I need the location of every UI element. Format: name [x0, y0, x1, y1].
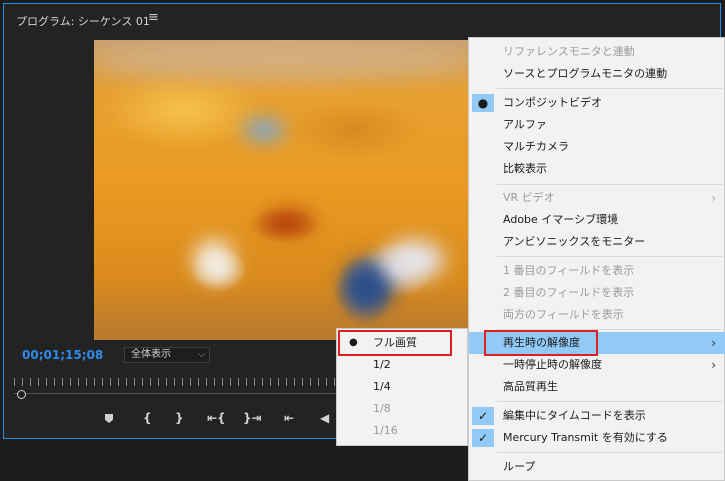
checkmark-icon: ✓ [472, 429, 494, 447]
zoom-level-select[interactable]: 全体表示 ⌵ [124, 347, 210, 363]
menu-item-compare-view[interactable]: 比較表示 [469, 158, 725, 180]
panel-menu-icon[interactable]: ≡ [148, 10, 159, 25]
submenu-item-half[interactable]: 1/2 [337, 354, 467, 376]
menu-divider [497, 184, 723, 185]
playhead-timecode[interactable]: 00;01;15;08 [22, 348, 103, 362]
menu-item-composite-video[interactable]: ● コンポジットビデオ [469, 92, 725, 114]
video-preview [94, 40, 474, 340]
checkmark-icon: ✓ [472, 407, 494, 425]
menu-item-monitor-ambisonics[interactable]: アンビソニックスをモニター [469, 231, 725, 253]
submenu-item-eighth[interactable]: 1/8 [337, 398, 467, 420]
chevron-down-icon: ⌵ [198, 350, 205, 360]
chevron-right-icon: › [711, 191, 716, 205]
annotation-box [338, 330, 452, 356]
menu-item-first-field[interactable]: 1 番目のフィールドを表示 [469, 260, 725, 282]
panel-title: プログラム: シーケンス 01 [16, 15, 150, 28]
context-menu: リファレンスモニタと連動 ソースとプログラムモニタの連動 ● コンポジットビデオ… [468, 37, 725, 481]
menu-item-vr-video[interactable]: VR ビデオ › [469, 187, 725, 209]
submenu-item-quarter[interactable]: 1/4 [337, 376, 467, 398]
menu-divider [497, 452, 723, 453]
menu-divider [497, 401, 723, 402]
zoom-level-value: 全体表示 [131, 349, 171, 360]
menu-item-paused-resolution[interactable]: 一時停止時の解像度 › [469, 354, 725, 376]
step-back-button[interactable]: ⇤ [284, 411, 294, 425]
submenu-item-sixteenth[interactable]: 1/16 [337, 420, 467, 442]
menu-item-multicamera[interactable]: マルチカメラ [469, 136, 725, 158]
menu-item-alpha[interactable]: アルファ [469, 114, 725, 136]
annotation-box [484, 330, 598, 356]
chevron-right-icon: › [711, 358, 716, 372]
go-to-in-button[interactable]: ⇤{ [207, 411, 226, 425]
bullet-icon: ● [472, 94, 494, 112]
menu-divider [497, 88, 723, 89]
playhead-handle[interactable] [17, 390, 26, 399]
menu-item-reference-monitor[interactable]: リファレンスモニタと連動 [469, 41, 725, 63]
menu-item-immersive-environment[interactable]: Adobe イマーシブ環境 [469, 209, 725, 231]
time-ruler[interactable] [14, 378, 344, 386]
menu-item-high-quality-playback[interactable]: 高品質再生 [469, 376, 725, 398]
play-back-button[interactable]: ◀ [320, 411, 329, 425]
go-to-out-button[interactable]: }⇥ [243, 411, 262, 425]
menu-item-loop[interactable]: ループ [469, 456, 725, 478]
chevron-right-icon: › [711, 336, 716, 350]
mark-out-button[interactable]: } [175, 411, 184, 425]
timeline-track [14, 393, 344, 394]
menu-item-mercury-transmit[interactable]: ✓ Mercury Transmit を有効にする [469, 427, 725, 449]
menu-item-show-timecode-overlay[interactable]: ✓ 編集中にタイムコードを表示 [469, 405, 725, 427]
menu-item-both-fields[interactable]: 両方のフィールドを表示 [469, 304, 725, 326]
menu-item-second-field[interactable]: 2 番目のフィールドを表示 [469, 282, 725, 304]
mark-in-button[interactable]: { [143, 411, 152, 425]
menu-divider [497, 256, 723, 257]
menu-item-gang-source-program[interactable]: ソースとプログラムモニタの連動 [469, 63, 725, 85]
